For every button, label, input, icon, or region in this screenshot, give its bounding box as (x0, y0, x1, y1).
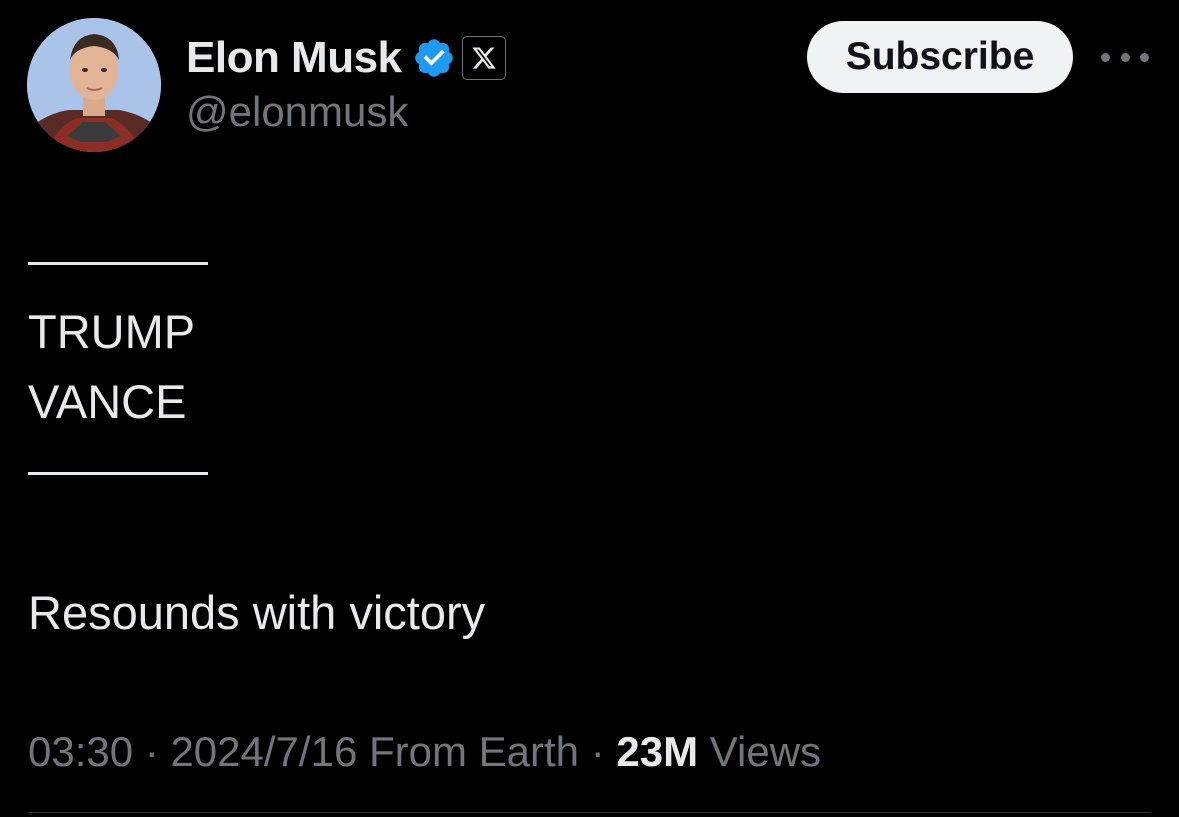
dot (1120, 52, 1130, 62)
tweet-line-vance: VANCE (28, 375, 187, 428)
verified-badge-icon[interactable] (412, 36, 456, 80)
tweet: Elon Musk @elonmusk Subscribe TRUMP VANC… (0, 0, 1179, 817)
tweet-date[interactable]: 2024/7/16 (170, 728, 357, 775)
tweet-line-trump: TRUMP (28, 305, 196, 358)
tweet-rule-top (28, 262, 208, 265)
meta-separator: · (144, 728, 159, 775)
views-count[interactable]: 23M (616, 728, 698, 775)
meta-separator: · (590, 728, 605, 775)
avatar[interactable] (27, 18, 161, 152)
author-name-row: Elon Musk (186, 33, 506, 83)
x-logo-icon[interactable] (461, 36, 506, 80)
tweet-meta: 03:30 · 2024/7/16 From Earth · 23M Views (28, 728, 821, 776)
dot (1101, 52, 1110, 62)
tweet-line-victory: Resounds with victory (28, 586, 486, 639)
avatar-image (27, 18, 161, 152)
author-display-name[interactable]: Elon Musk (186, 33, 402, 83)
author-handle[interactable]: @elonmusk (186, 88, 408, 136)
dot (1140, 52, 1149, 62)
tweet-source: From Earth (368, 728, 580, 775)
subscribe-button[interactable]: Subscribe (807, 21, 1073, 93)
tweet-time[interactable]: 03:30 (28, 728, 133, 775)
views-label[interactable]: Views (710, 728, 821, 775)
divider (28, 812, 1151, 813)
tweet-rule-bottom (28, 472, 208, 475)
more-options-icon[interactable] (1101, 47, 1149, 67)
